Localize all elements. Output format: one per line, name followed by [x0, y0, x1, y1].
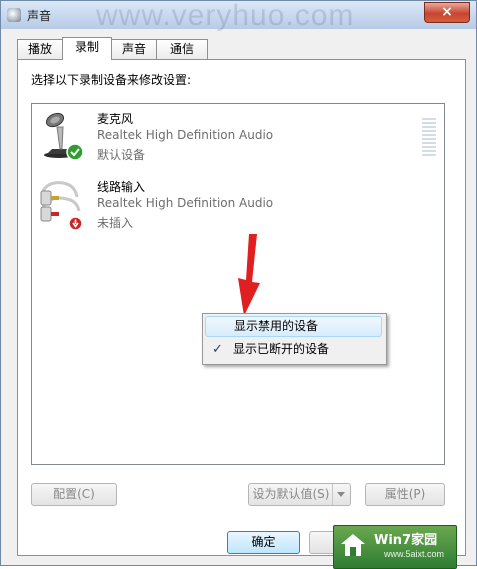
dialog-client: 播放 录制 声音 通信 选择以下录制设备来修改设置: 麦克风 Realtek H… — [9, 29, 468, 559]
tab-communications[interactable]: 通信 — [156, 39, 208, 59]
speaker-app-icon — [7, 8, 21, 22]
configure-button[interactable]: 配置(C) — [31, 483, 117, 506]
device-name: 麦克风 — [97, 112, 134, 126]
set-default-button[interactable]: 设为默认值(S) — [248, 483, 351, 506]
ok-button[interactable]: 确定 — [227, 531, 300, 554]
menu-item-show-disconnected[interactable]: ✓ 显示已断开的设备 — [205, 339, 382, 360]
device-item-microphone[interactable]: 麦克风 Realtek High Definition Audio 默认设备 — [32, 108, 436, 174]
properties-button[interactable]: 属性(P) — [365, 483, 445, 506]
red-arrow-annotation — [238, 234, 260, 316]
close-button[interactable]: × — [424, 2, 470, 23]
device-item-line-in[interactable]: 线路输入 Realtek High Definition Audio 未插入 — [32, 176, 432, 242]
menu-item-show-disabled[interactable]: 显示禁用的设备 — [205, 316, 382, 337]
title-bar[interactable]: 声音 www.veryhuo.com × — [1, 0, 476, 32]
window-title: 声音 — [27, 9, 52, 23]
site-logo: Win7家园 www.5aixt.com — [333, 525, 457, 569]
tab-communications-label: 通信 — [169, 42, 194, 56]
device-driver: Realtek High Definition Audio — [97, 128, 274, 142]
menu-item-label: 显示禁用的设备 — [234, 319, 319, 333]
logo-title: Win7家园 — [374, 533, 438, 548]
tab-recording-label: 录制 — [74, 40, 99, 54]
menu-item-label: 显示已断开的设备 — [233, 342, 330, 356]
default-check-icon — [66, 143, 84, 161]
device-status: 默认设备 — [97, 148, 146, 162]
chevron-down-icon[interactable] — [332, 484, 350, 505]
sound-dialog: 声音 www.veryhuo.com × 播放 录制 声音 通信 选择以下录制设… — [0, 0, 477, 569]
device-name: 线路输入 — [97, 180, 146, 194]
tab-playback[interactable]: 播放 — [17, 39, 63, 59]
tab-recording[interactable]: 录制 — [62, 37, 112, 60]
tab-playback-label: 播放 — [27, 42, 52, 56]
ok-button-label: 确定 — [251, 535, 276, 549]
properties-button-label: 属性(P) — [384, 487, 426, 501]
device-driver: Realtek High Definition Audio — [97, 196, 274, 210]
configure-button-label: 配置(C) — [53, 487, 95, 501]
house-logo-icon — [341, 534, 365, 556]
check-icon: ✓ — [212, 342, 223, 357]
context-menu: 显示禁用的设备 ✓ 显示已断开的设备 — [202, 313, 387, 365]
instruction-text: 选择以下录制设备来修改设置: — [31, 73, 192, 87]
tab-sounds[interactable]: 声音 — [111, 39, 157, 59]
set-default-button-label: 设为默认值(S) — [252, 487, 330, 501]
level-meter — [422, 118, 436, 158]
device-list[interactable]: 麦克风 Realtek High Definition Audio 默认设备 线… — [31, 103, 445, 465]
device-status: 未插入 — [97, 216, 134, 230]
unplugged-icon — [68, 216, 83, 231]
recording-panel: 选择以下录制设备来修改设置: 麦克风 Realtek High Definiti… — [17, 59, 466, 556]
tab-sounds-label: 声音 — [121, 42, 146, 56]
logo-url: www.5aixt.com — [384, 549, 445, 559]
close-icon: × — [441, 4, 453, 20]
